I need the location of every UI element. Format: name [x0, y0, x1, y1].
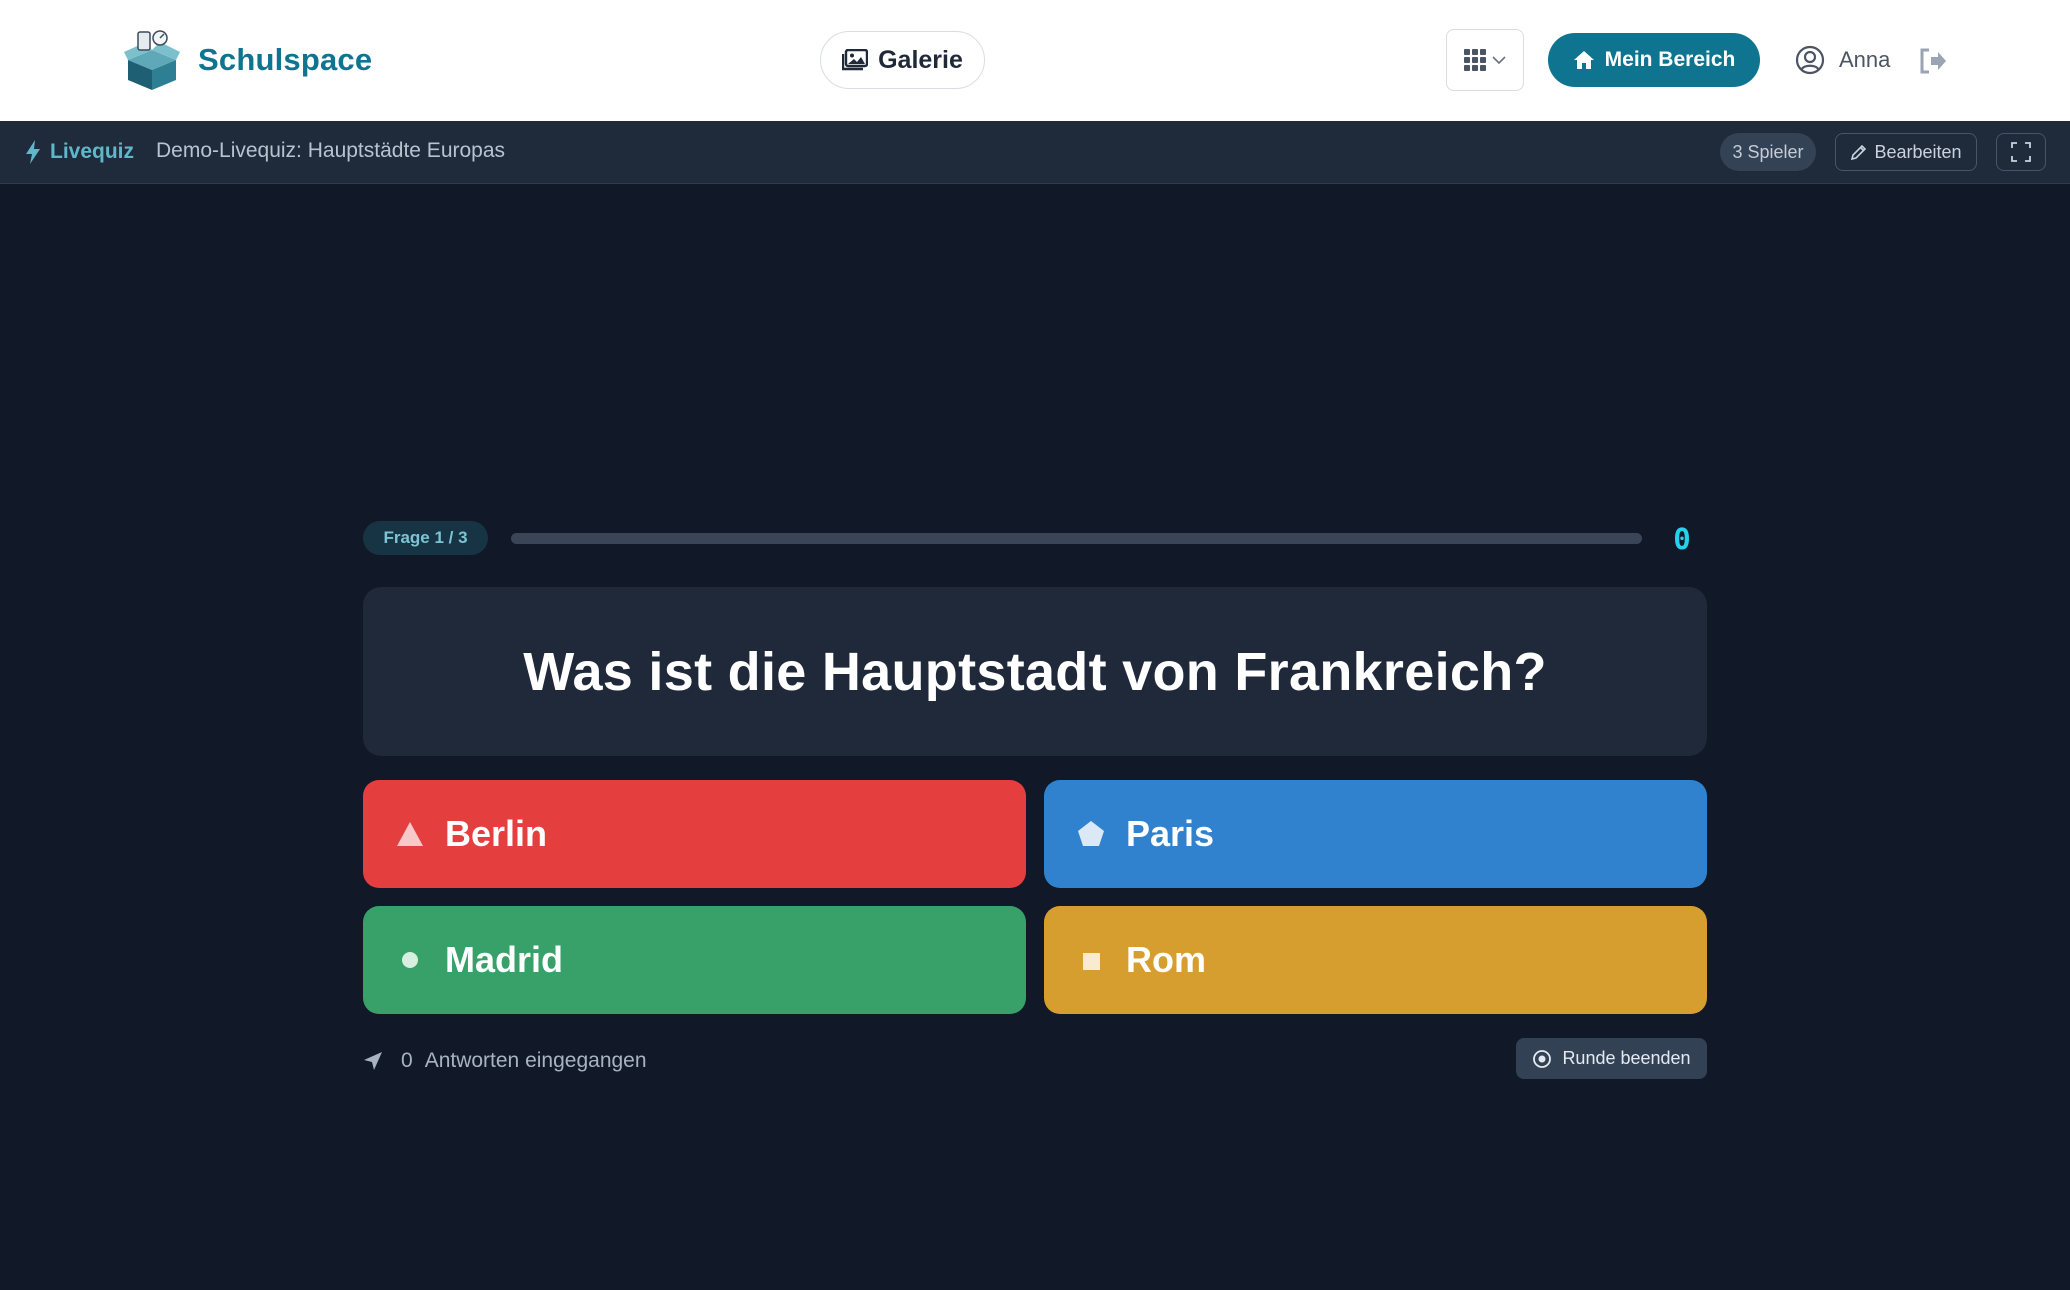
apps-menu-button[interactable]: [1446, 29, 1524, 91]
stop-circle-icon: [1533, 1049, 1552, 1068]
images-icon: [842, 49, 869, 71]
paper-plane-icon: [364, 1052, 382, 1070]
gallery-button[interactable]: Galerie: [820, 31, 985, 89]
answer-option-madrid[interactable]: Madrid: [363, 906, 1026, 1014]
fullscreen-button[interactable]: [1996, 133, 2046, 171]
pentagon-icon: [1076, 819, 1106, 849]
gallery-label: Galerie: [878, 45, 963, 74]
answer-label: Madrid: [445, 939, 564, 980]
answer-label: Paris: [1126, 813, 1215, 854]
quiz-toolbar: Livequiz Demo-Livequiz: Hauptstädte Euro…: [0, 121, 2070, 184]
edit-label: Bearbeiten: [1874, 141, 1962, 162]
user-circle-icon: [1795, 45, 1825, 75]
bolt-icon: [26, 140, 40, 164]
user-name: Anna: [1839, 47, 1891, 72]
user-menu[interactable]: Anna: [1795, 40, 1890, 80]
question-counter: Frage 1 / 3: [363, 521, 488, 555]
edit-button[interactable]: Bearbeiten: [1835, 133, 1977, 171]
livequiz-mode-label: Livequiz: [24, 137, 134, 167]
question-text: Was ist die Hauptstadt von Frankreich?: [523, 641, 1547, 702]
circle-icon: [395, 945, 425, 975]
fullscreen-icon: [2011, 142, 2031, 162]
answer-option-paris[interactable]: Paris: [1044, 780, 1707, 888]
answers-received-info: 0 Antworten eingegangen: [363, 1046, 647, 1076]
timer-value: 0: [1673, 522, 1691, 556]
answer-label: Rom: [1126, 939, 1206, 980]
chevron-down-icon: [1492, 56, 1506, 65]
quiz-title: Demo-Livequiz: Hauptstädte Europas: [156, 139, 506, 162]
timer-progress-bar: [511, 533, 1642, 544]
question-card: Was ist die Hauptstadt von Frankreich?: [363, 587, 1707, 756]
players-badge: 3 Spieler: [1720, 133, 1816, 171]
answers-count: 0: [401, 1049, 413, 1072]
pencil-icon: [1851, 144, 1867, 161]
grid-icon: [1464, 49, 1486, 71]
home-icon: [1573, 51, 1594, 69]
schulspace-logo-icon: [124, 30, 180, 90]
mode-label: Livequiz: [50, 140, 135, 163]
answers-count-label: Antworten eingegangen: [424, 1049, 647, 1072]
logout-icon[interactable]: [1918, 47, 1948, 75]
end-round-label: Runde beenden: [1562, 1048, 1691, 1068]
triangle-icon: [395, 819, 425, 849]
my-area-label: Mein Bereich: [1604, 48, 1736, 71]
brand-link[interactable]: Schulspace: [124, 28, 372, 92]
my-area-button[interactable]: Mein Bereich: [1548, 33, 1760, 87]
answer-option-rom[interactable]: Rom: [1044, 906, 1707, 1014]
top-header: Schulspace Galerie Mein Bereich Anna: [0, 0, 2070, 121]
square-icon: [1076, 945, 1106, 975]
brand-name: Schulspace: [198, 42, 373, 77]
end-round-button[interactable]: Runde beenden: [1516, 1038, 1707, 1079]
answer-option-berlin[interactable]: Berlin: [363, 780, 1026, 888]
answer-label: Berlin: [445, 813, 548, 854]
